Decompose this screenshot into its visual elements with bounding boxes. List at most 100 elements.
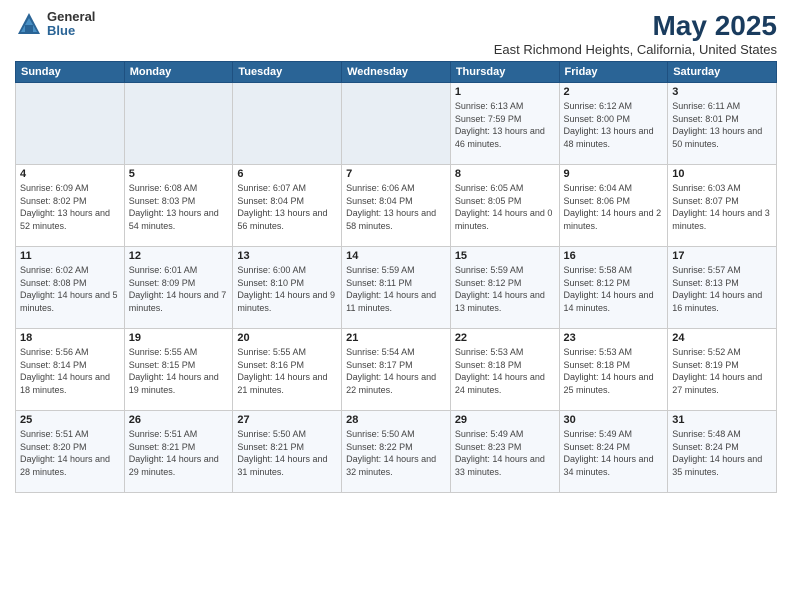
calendar-cell: 14 Sunrise: 5:59 AM Sunset: 8:11 PM Dayli…	[342, 247, 451, 329]
day-number: 8	[455, 168, 555, 180]
day-info: Sunrise: 6:13 AM Sunset: 7:59 PM Dayligh…	[455, 100, 555, 150]
day-number: 20	[237, 332, 337, 344]
logo-blue: Blue	[47, 24, 95, 38]
calendar-cell: 6 Sunrise: 6:07 AM Sunset: 8:04 PM Daylig…	[233, 165, 342, 247]
day-number: 24	[672, 332, 772, 344]
day-info: Sunrise: 5:55 AM Sunset: 8:15 PM Dayligh…	[129, 346, 229, 396]
calendar-cell: 19 Sunrise: 5:55 AM Sunset: 8:15 PM Dayli…	[124, 329, 233, 411]
day-number: 21	[346, 332, 446, 344]
day-info: Sunrise: 5:51 AM Sunset: 8:21 PM Dayligh…	[129, 428, 229, 478]
calendar-cell: 13 Sunrise: 6:00 AM Sunset: 8:10 PM Dayli…	[233, 247, 342, 329]
calendar-cell: 16 Sunrise: 5:58 AM Sunset: 8:12 PM Dayli…	[559, 247, 668, 329]
day-info: Sunrise: 6:12 AM Sunset: 8:00 PM Dayligh…	[564, 100, 664, 150]
day-info: Sunrise: 6:01 AM Sunset: 8:09 PM Dayligh…	[129, 264, 229, 314]
logo-general: General	[47, 10, 95, 24]
day-info: Sunrise: 6:00 AM Sunset: 8:10 PM Dayligh…	[237, 264, 337, 314]
calendar-cell	[16, 83, 125, 165]
day-info: Sunrise: 6:02 AM Sunset: 8:08 PM Dayligh…	[20, 264, 120, 314]
col-thursday: Thursday	[450, 62, 559, 83]
day-info: Sunrise: 5:50 AM Sunset: 8:22 PM Dayligh…	[346, 428, 446, 478]
day-info: Sunrise: 5:58 AM Sunset: 8:12 PM Dayligh…	[564, 264, 664, 314]
calendar-cell: 8 Sunrise: 6:05 AM Sunset: 8:05 PM Daylig…	[450, 165, 559, 247]
day-info: Sunrise: 6:09 AM Sunset: 8:02 PM Dayligh…	[20, 182, 120, 232]
day-info: Sunrise: 6:07 AM Sunset: 8:04 PM Dayligh…	[237, 182, 337, 232]
day-info: Sunrise: 6:03 AM Sunset: 8:07 PM Dayligh…	[672, 182, 772, 232]
day-number: 11	[20, 250, 120, 262]
day-info: Sunrise: 5:55 AM Sunset: 8:16 PM Dayligh…	[237, 346, 337, 396]
calendar-cell	[233, 83, 342, 165]
day-number: 7	[346, 168, 446, 180]
calendar-cell: 2 Sunrise: 6:12 AM Sunset: 8:00 PM Daylig…	[559, 83, 668, 165]
day-number: 25	[20, 414, 120, 426]
col-tuesday: Tuesday	[233, 62, 342, 83]
calendar-cell: 28 Sunrise: 5:50 AM Sunset: 8:22 PM Dayli…	[342, 411, 451, 493]
day-info: Sunrise: 6:05 AM Sunset: 8:05 PM Dayligh…	[455, 182, 555, 232]
day-number: 14	[346, 250, 446, 262]
page: General Blue May 2025 East Richmond Heig…	[0, 0, 792, 612]
day-number: 22	[455, 332, 555, 344]
day-number: 1	[455, 86, 555, 98]
col-sunday: Sunday	[16, 62, 125, 83]
day-number: 16	[564, 250, 664, 262]
day-info: Sunrise: 5:59 AM Sunset: 8:11 PM Dayligh…	[346, 264, 446, 314]
calendar-cell: 26 Sunrise: 5:51 AM Sunset: 8:21 PM Dayli…	[124, 411, 233, 493]
day-number: 5	[129, 168, 229, 180]
header: General Blue May 2025 East Richmond Heig…	[15, 10, 777, 57]
calendar-table: Sunday Monday Tuesday Wednesday Thursday…	[15, 61, 777, 493]
calendar-cell: 1 Sunrise: 6:13 AM Sunset: 7:59 PM Daylig…	[450, 83, 559, 165]
calendar-week-1: 1 Sunrise: 6:13 AM Sunset: 7:59 PM Daylig…	[16, 83, 777, 165]
day-info: Sunrise: 5:48 AM Sunset: 8:24 PM Dayligh…	[672, 428, 772, 478]
calendar-week-5: 25 Sunrise: 5:51 AM Sunset: 8:20 PM Dayli…	[16, 411, 777, 493]
calendar-cell: 18 Sunrise: 5:56 AM Sunset: 8:14 PM Dayli…	[16, 329, 125, 411]
logo-text: General Blue	[47, 10, 95, 39]
day-number: 2	[564, 86, 664, 98]
calendar-cell: 29Sunrise: 5:49 AM Sunset: 8:23 PM Dayli…	[450, 411, 559, 493]
calendar-cell: 22 Sunrise: 5:53 AM Sunset: 8:18 PM Dayli…	[450, 329, 559, 411]
day-number: 19	[129, 332, 229, 344]
calendar-cell: 21Sunrise: 5:54 AM Sunset: 8:17 PM Dayli…	[342, 329, 451, 411]
day-number: 26	[129, 414, 229, 426]
day-info: Sunrise: 5:51 AM Sunset: 8:20 PM Dayligh…	[20, 428, 120, 478]
day-info: Sunrise: 6:11 AM Sunset: 8:01 PM Dayligh…	[672, 100, 772, 150]
calendar-cell: 23 Sunrise: 5:53 AM Sunset: 8:18 PM Dayli…	[559, 329, 668, 411]
day-info: Sunrise: 5:52 AM Sunset: 8:19 PM Dayligh…	[672, 346, 772, 396]
day-info: Sunrise: 5:49 AM Sunset: 8:23 PM Dayligh…	[455, 428, 555, 478]
day-info: Sunrise: 5:53 AM Sunset: 8:18 PM Dayligh…	[564, 346, 664, 396]
calendar-cell: 7 Sunrise: 6:06 AM Sunset: 8:04 PM Daylig…	[342, 165, 451, 247]
day-number: 6	[237, 168, 337, 180]
day-number: 17	[672, 250, 772, 262]
calendar-cell	[124, 83, 233, 165]
main-title: May 2025	[494, 10, 777, 42]
day-info: Sunrise: 5:50 AM Sunset: 8:21 PM Dayligh…	[237, 428, 337, 478]
col-monday: Monday	[124, 62, 233, 83]
day-info: Sunrise: 5:56 AM Sunset: 8:14 PM Dayligh…	[20, 346, 120, 396]
calendar-cell: 20 Sunrise: 5:55 AM Sunset: 8:16 PM Dayli…	[233, 329, 342, 411]
calendar-cell: 5 Sunrise: 6:08 AM Sunset: 8:03 PM Daylig…	[124, 165, 233, 247]
day-info: Sunrise: 6:06 AM Sunset: 8:04 PM Dayligh…	[346, 182, 446, 232]
calendar-cell: 24 Sunrise: 5:52 AM Sunset: 8:19 PM Dayli…	[668, 329, 777, 411]
calendar-cell: 25 Sunrise: 5:51 AM Sunset: 8:20 PM Dayli…	[16, 411, 125, 493]
calendar-cell: 27Sunrise: 5:50 AM Sunset: 8:21 PM Dayli…	[233, 411, 342, 493]
col-wednesday: Wednesday	[342, 62, 451, 83]
day-number: 31	[672, 414, 772, 426]
calendar-cell: 11 Sunrise: 6:02 AM Sunset: 8:08 PM Dayli…	[16, 247, 125, 329]
day-info: Sunrise: 5:57 AM Sunset: 8:13 PM Dayligh…	[672, 264, 772, 314]
day-number: 13	[237, 250, 337, 262]
calendar-cell: 10Sunrise: 6:03 AM Sunset: 8:07 PM Dayli…	[668, 165, 777, 247]
day-info: Sunrise: 5:49 AM Sunset: 8:24 PM Dayligh…	[564, 428, 664, 478]
calendar-week-2: 4Sunrise: 6:09 AM Sunset: 8:02 PM Daylig…	[16, 165, 777, 247]
day-info: Sunrise: 5:53 AM Sunset: 8:18 PM Dayligh…	[455, 346, 555, 396]
day-info: Sunrise: 5:59 AM Sunset: 8:12 PM Dayligh…	[455, 264, 555, 314]
calendar-cell: 9Sunrise: 6:04 AM Sunset: 8:06 PM Daylig…	[559, 165, 668, 247]
day-info: Sunrise: 6:08 AM Sunset: 8:03 PM Dayligh…	[129, 182, 229, 232]
day-number: 23	[564, 332, 664, 344]
calendar-cell: 15 Sunrise: 5:59 AM Sunset: 8:12 PM Dayli…	[450, 247, 559, 329]
day-info: Sunrise: 6:04 AM Sunset: 8:06 PM Dayligh…	[564, 182, 664, 232]
day-number: 18	[20, 332, 120, 344]
calendar-cell: 17 Sunrise: 5:57 AM Sunset: 8:13 PM Dayli…	[668, 247, 777, 329]
calendar-week-3: 11 Sunrise: 6:02 AM Sunset: 8:08 PM Dayli…	[16, 247, 777, 329]
day-number: 15	[455, 250, 555, 262]
day-number: 28	[346, 414, 446, 426]
col-saturday: Saturday	[668, 62, 777, 83]
header-row: Sunday Monday Tuesday Wednesday Thursday…	[16, 62, 777, 83]
